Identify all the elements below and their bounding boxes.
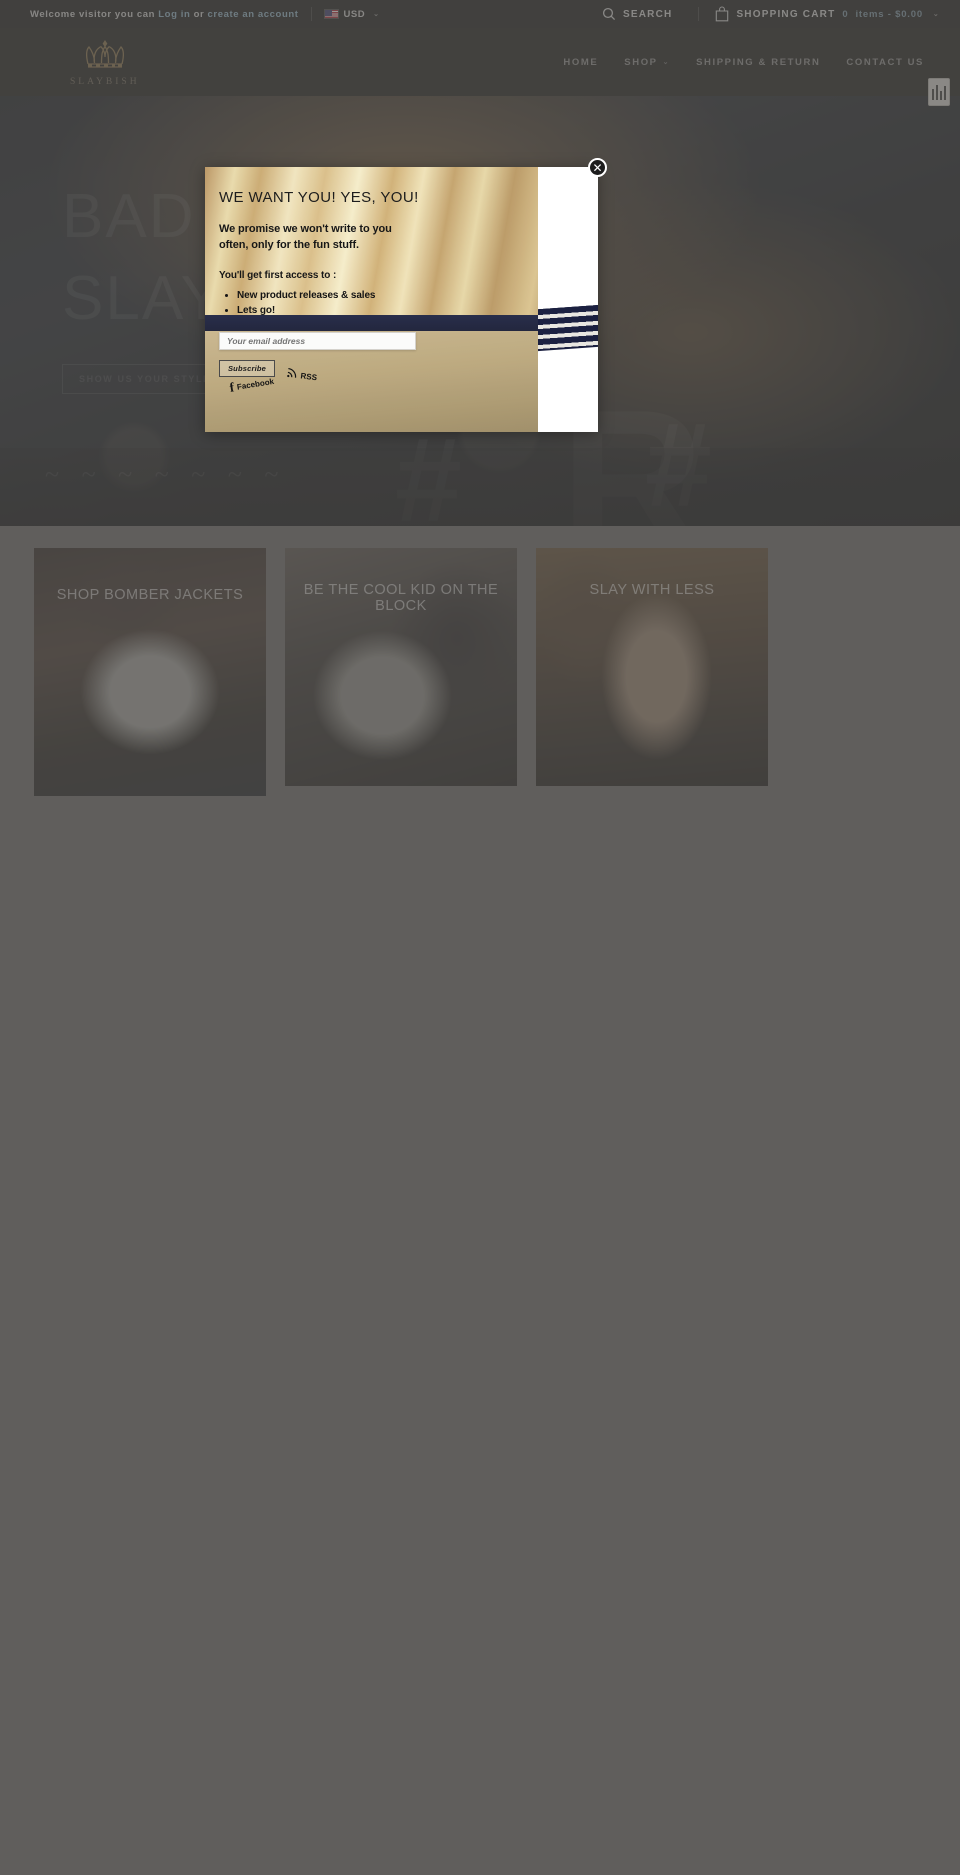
divider bbox=[698, 7, 700, 21]
sliders-icon bbox=[932, 84, 946, 100]
hero-decor-squiggle: ~ ~ ~ ~ ~ ~ ~ bbox=[45, 460, 287, 489]
cart-bag-icon bbox=[715, 6, 729, 22]
welcome-prefix: Welcome visitor you can bbox=[30, 8, 159, 20]
nav-label: CONTACT US bbox=[846, 56, 924, 68]
rss-icon bbox=[285, 365, 298, 384]
promo-label: BE THE COOL KID ON THE BLOCK bbox=[303, 582, 499, 614]
modal-benefits-list: New product releases & sales Lets go! bbox=[237, 288, 598, 319]
promo-banner-row: SHOP BOMBER JACKETS BE THE COOL KID ON T… bbox=[0, 526, 960, 796]
currency-selector[interactable]: USD ⌄ bbox=[323, 8, 380, 20]
modal-subtitle: We promise we won't write to you often, … bbox=[219, 223, 392, 251]
brand-name: SLAYBISH bbox=[70, 76, 140, 87]
chevron-down-icon: ⌄ bbox=[662, 59, 671, 66]
nav-label: SHOP bbox=[624, 56, 658, 68]
email-input[interactable] bbox=[219, 331, 416, 350]
main-navigation: HOME SHOP ⌄ SHIPPING & RETURN CONTACT US bbox=[563, 57, 924, 68]
create-account-link[interactable]: create an account bbox=[208, 9, 299, 20]
hero-cta-button[interactable]: SHOW US YOUR STYLE bbox=[62, 364, 228, 394]
top-utility-bar: Welcome visitor you can Log in or create… bbox=[0, 0, 960, 28]
divider bbox=[310, 7, 312, 21]
social-link-rss[interactable]: RSS bbox=[285, 365, 317, 387]
promo-label: SLAY WITH LESS bbox=[589, 582, 715, 598]
modal-content: WE WANT YOU! YES, YOU! We promise we won… bbox=[205, 167, 598, 377]
nav-item-contact-us[interactable]: CONTACT US bbox=[846, 57, 924, 68]
modal-access-label: You'll get first access to : bbox=[219, 269, 337, 281]
promo-label: SHOP BOMBER JACKETS bbox=[56, 587, 244, 603]
topbar-right-group: SEARCH SHOPPING CART 0 items - $0.00 ⌄ bbox=[602, 6, 940, 22]
nav-label: HOME bbox=[563, 56, 599, 68]
promo-overlay bbox=[34, 548, 266, 796]
shopping-cart-button[interactable]: SHOPPING CART 0 items - $0.00 ⌄ bbox=[715, 6, 940, 22]
cart-label: SHOPPING CART bbox=[736, 8, 836, 20]
or-text: or bbox=[190, 8, 208, 20]
nav-item-shipping-return[interactable]: SHIPPING & RETURN bbox=[696, 57, 820, 68]
promo-card-cool-kid[interactable]: BE THE COOL KID ON THE BLOCK bbox=[285, 548, 517, 786]
promo-card-bomber-jackets[interactable]: SHOP BOMBER JACKETS bbox=[34, 548, 266, 796]
cart-total: items - $0.00 bbox=[855, 8, 923, 20]
currency-label: USD bbox=[343, 8, 366, 20]
site-header: SLAYBISH HOME SHOP ⌄ SHIPPING & RETURN C… bbox=[0, 28, 960, 96]
crown-icon bbox=[82, 38, 128, 75]
logo[interactable]: SLAYBISH bbox=[70, 38, 140, 87]
list-item: Lets go! bbox=[237, 303, 598, 319]
list-item: New product releases & sales bbox=[237, 288, 598, 304]
modal-panel: WE WANT YOU! YES, YOU! We promise we won… bbox=[205, 167, 598, 432]
modal-title: WE WANT YOU! YES, YOU! bbox=[219, 189, 419, 206]
search-icon bbox=[602, 7, 616, 21]
nav-label: SHIPPING & RETURN bbox=[696, 56, 821, 68]
side-settings-tab[interactable] bbox=[928, 78, 950, 106]
search-button[interactable]: SEARCH bbox=[602, 7, 672, 21]
nav-item-home[interactable]: HOME bbox=[563, 57, 598, 68]
promo-card-slay-with-less[interactable]: SLAY WITH LESS bbox=[536, 548, 768, 786]
topbar-left-group: Welcome visitor you can Log in or create… bbox=[30, 7, 379, 21]
nav-item-shop[interactable]: SHOP ⌄ bbox=[624, 57, 670, 68]
social-label: RSS bbox=[299, 370, 318, 382]
cart-count: 0 bbox=[842, 8, 849, 20]
search-label: SEARCH bbox=[623, 8, 673, 20]
welcome-message: Welcome visitor you can Log in or create… bbox=[30, 9, 299, 20]
social-label: Facebook bbox=[236, 376, 275, 392]
chevron-down-icon: ⌄ bbox=[932, 11, 940, 18]
login-link[interactable]: Log in bbox=[158, 9, 190, 20]
us-flag-icon bbox=[323, 9, 339, 19]
close-icon[interactable]: ✕ bbox=[588, 158, 607, 177]
chevron-down-icon: ⌄ bbox=[373, 11, 380, 18]
page-root: Welcome visitor you can Log in or create… bbox=[0, 0, 960, 1875]
newsletter-modal: WE WANT YOU! YES, YOU! We promise we won… bbox=[205, 158, 607, 432]
